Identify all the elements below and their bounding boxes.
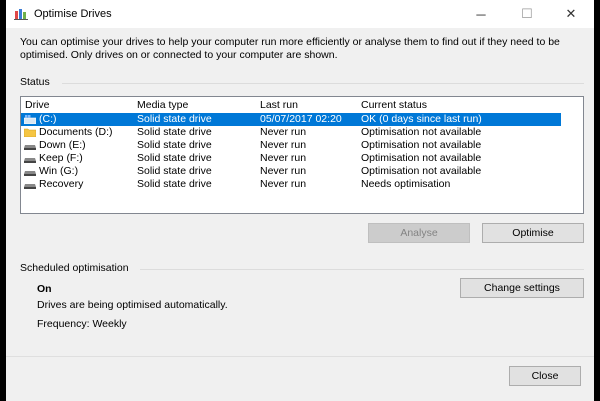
drive-row-e[interactable]: Down (E:) Solid state drive Never run Op… <box>21 139 583 152</box>
close-window-button[interactable]: ✕ <box>548 0 594 28</box>
drive-status: Optimisation not available <box>361 126 482 138</box>
optimise-button[interactable]: Optimise <box>482 223 584 243</box>
drive-last-run: Never run <box>260 139 307 151</box>
drive-name: Recovery <box>39 178 84 190</box>
drive-media-type: Solid state drive <box>137 165 212 177</box>
column-header-last-run[interactable]: Last run <box>260 99 298 112</box>
drive-name: Documents (D:) <box>39 126 113 138</box>
description-text: You can optimise your drives to help you… <box>20 36 560 61</box>
drive-list-header: Drive Media type Last run Current status <box>21 99 583 112</box>
close-button[interactable]: Close <box>509 366 581 386</box>
drive-row-recovery[interactable]: Recovery Solid state drive Never run Nee… <box>21 178 583 191</box>
drive-status: Optimisation not available <box>361 139 482 151</box>
drive-last-run: Never run <box>260 152 307 164</box>
folder-drive-icon <box>24 128 36 137</box>
analyse-button[interactable]: Analyse <box>368 223 470 243</box>
hard-drive-icon <box>24 158 36 163</box>
drive-status: Optimisation not available <box>361 152 482 164</box>
drive-last-run: 05/07/2017 02:20 <box>260 113 342 125</box>
hard-drive-icon <box>24 184 36 189</box>
drive-last-run: Never run <box>260 165 307 177</box>
drive-media-type: Solid state drive <box>137 152 212 164</box>
drive-last-run: Never run <box>260 126 307 138</box>
status-section-label: Status <box>20 76 50 88</box>
maximize-icon: ☐ <box>521 6 533 21</box>
drive-name: Keep (F:) <box>39 152 83 164</box>
title-bar[interactable]: Optimise Drives ─ ☐ ✕ <box>6 0 594 28</box>
schedule-info: Drives are being optimised automatically… <box>37 299 228 311</box>
drive-status: Optimisation not available <box>361 165 482 177</box>
schedule-frequency: Frequency: Weekly <box>37 318 127 330</box>
drive-media-type: Solid state drive <box>137 113 212 125</box>
hard-drive-icon <box>24 145 36 150</box>
column-header-media-type[interactable]: Media type <box>137 99 188 112</box>
maximize-button[interactable]: ☐ <box>504 0 550 28</box>
drive-row-f[interactable]: Keep (F:) Solid state drive Never run Op… <box>21 152 583 165</box>
scheduled-section-label: Scheduled optimisation <box>20 262 129 274</box>
minimize-button[interactable]: ─ <box>458 0 504 28</box>
drive-row-g[interactable]: Win (G:) Solid state drive Never run Opt… <box>21 165 583 178</box>
scheduled-divider <box>140 269 584 270</box>
drive-name: Win (G:) <box>39 165 79 177</box>
drive-media-type: Solid state drive <box>137 139 212 151</box>
drive-media-type: Solid state drive <box>137 126 212 138</box>
defrag-app-icon <box>14 9 28 20</box>
dialog-footer: Close <box>6 356 594 401</box>
drive-status: Needs optimisation <box>361 178 451 190</box>
drive-name: Down (E:) <box>39 139 86 151</box>
column-header-current-status[interactable]: Current status <box>361 99 427 112</box>
drive-row-d[interactable]: Documents (D:) Solid state drive Never r… <box>21 126 583 139</box>
close-icon: ✕ <box>565 6 577 21</box>
drive-media-type: Solid state drive <box>137 178 212 190</box>
minimize-icon: ─ <box>476 6 486 22</box>
change-settings-button[interactable]: Change settings <box>460 278 584 298</box>
windows-drive-icon <box>24 115 36 124</box>
drive-list[interactable]: Drive Media type Last run Current status… <box>20 96 584 214</box>
drive-last-run: Never run <box>260 178 307 190</box>
column-header-drive[interactable]: Drive <box>25 99 50 112</box>
drive-name: (C:) <box>39 113 57 125</box>
drive-status: OK (0 days since last run) <box>361 113 482 125</box>
status-divider <box>62 83 584 84</box>
hard-drive-icon <box>24 171 36 176</box>
optimise-drives-window: Optimise Drives ─ ☐ ✕ You can optimise y… <box>6 0 594 401</box>
schedule-state: On <box>37 283 52 295</box>
window-title: Optimise Drives <box>34 8 112 20</box>
drive-row-c[interactable]: (C:) Solid state drive 05/07/2017 02:20 … <box>21 113 561 126</box>
